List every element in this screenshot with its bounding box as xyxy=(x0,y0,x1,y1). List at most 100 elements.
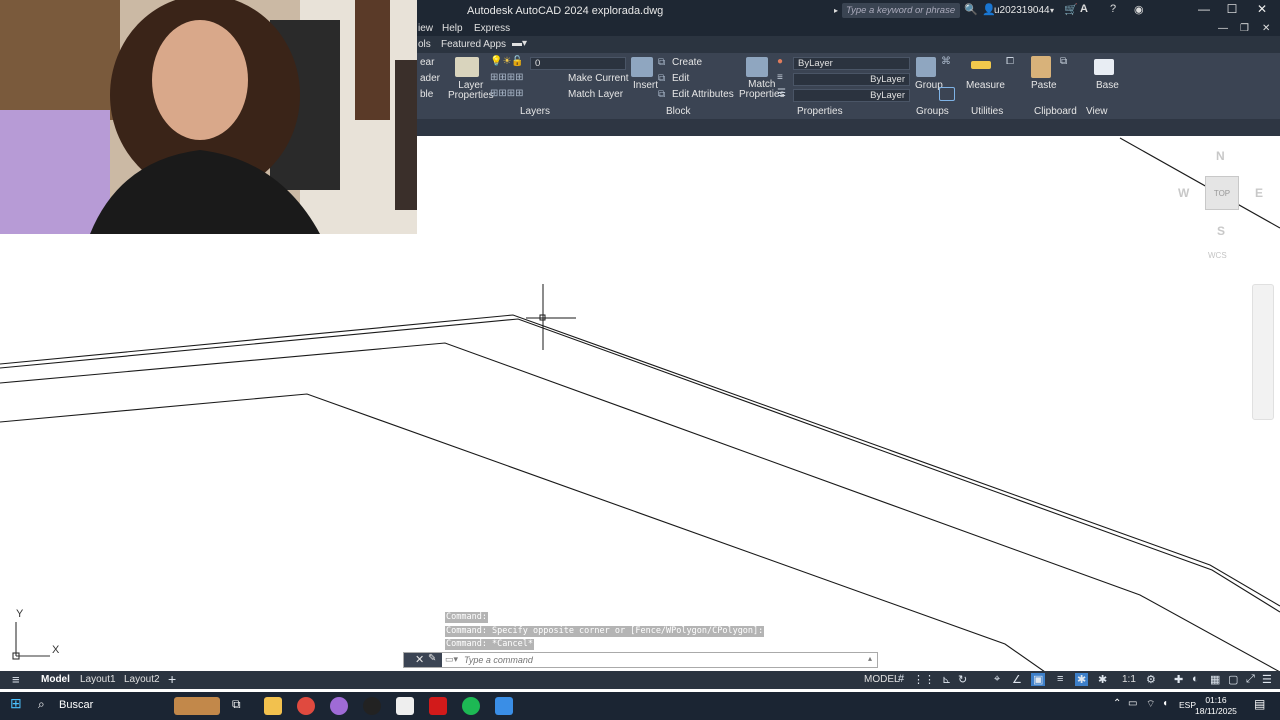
customization-icon[interactable]: ☰ xyxy=(1262,673,1272,686)
user-dropdown-icon[interactable]: ▾ xyxy=(1050,6,1054,15)
close-icon[interactable]: ✕ xyxy=(415,653,424,666)
grid-icon[interactable]: # xyxy=(898,673,904,685)
color-dropdown[interactable]: ByLayer xyxy=(793,57,910,70)
viewcube-top-face[interactable]: TOP xyxy=(1205,176,1239,210)
viewcube-south[interactable]: S xyxy=(1217,224,1225,238)
hardware-acceleration-icon[interactable]: ▦ xyxy=(1210,673,1220,686)
auto-scale-icon[interactable]: ✱ xyxy=(1098,673,1107,686)
panel-title-properties[interactable]: Properties xyxy=(797,106,843,117)
cart-icon[interactable]: 🛒 xyxy=(1064,3,1078,16)
plus-icon[interactable]: ✚ xyxy=(1174,673,1183,686)
spotify-icon[interactable] xyxy=(462,697,480,715)
app-store-icon[interactable]: ◉ xyxy=(1134,3,1144,16)
measure-icon[interactable] xyxy=(971,61,991,69)
layer-dropdown[interactable]: 0 xyxy=(530,57,626,70)
paint-icon[interactable] xyxy=(495,697,513,715)
edit-block-icon[interactable]: ⧉ xyxy=(658,73,665,84)
panel-title-block[interactable]: Block xyxy=(666,106,690,117)
create-block-icon[interactable]: ⧉ xyxy=(658,57,665,68)
match-properties-icon[interactable] xyxy=(746,57,768,77)
panel-title-utilities[interactable]: Utilities xyxy=(971,106,1003,117)
panel-title-view[interactable]: View xyxy=(1086,106,1108,117)
panel-title-groups[interactable]: Groups xyxy=(916,106,949,117)
doc-restore-button[interactable]: ❐ xyxy=(1240,23,1249,34)
doc-close-button[interactable]: ✕ xyxy=(1262,23,1270,34)
base-view-button[interactable]: Base xyxy=(1096,80,1119,91)
model-space-toggle[interactable]: MODEL xyxy=(864,674,900,685)
utilities-icons[interactable]: ⧠ xyxy=(1006,56,1014,67)
taskbar-app-icon[interactable] xyxy=(330,697,348,715)
task-view-icon[interactable]: ⧉ xyxy=(232,697,241,712)
help-icon[interactable]: ? xyxy=(1110,3,1116,15)
search-expand-icon[interactable]: ▸ xyxy=(834,6,838,15)
menu-express[interactable]: Express xyxy=(474,23,510,34)
lineweight-display-icon[interactable]: ≡ xyxy=(1057,673,1063,685)
wrench-icon[interactable]: ✎ xyxy=(428,653,436,664)
fullscreen-icon[interactable]: ⤢ xyxy=(1246,673,1255,686)
layer-tools-icons-1[interactable]: ⊞⊞⊞⊞ xyxy=(490,72,524,83)
create-block-button[interactable]: Create xyxy=(672,57,702,68)
chrome-icon[interactable] xyxy=(297,697,315,715)
language-indicator[interactable]: ESP xyxy=(1179,700,1196,710)
viewcube-north[interactable]: N xyxy=(1216,149,1225,163)
tray-display-icon[interactable]: ▭ xyxy=(1128,698,1137,709)
isolate-objects-icon[interactable]: ◐ xyxy=(1192,673,1199,685)
tab-tools[interactable]: ols xyxy=(418,39,431,50)
layer-properties-icon[interactable] xyxy=(455,57,479,77)
menu-view[interactable]: iew xyxy=(418,23,433,34)
close-window-button[interactable]: ✕ xyxy=(1252,2,1272,16)
panel-title-clipboard[interactable]: Clipboard xyxy=(1034,106,1077,117)
edit-block-button[interactable]: Edit xyxy=(672,73,689,84)
obs-icon[interactable] xyxy=(363,697,381,715)
annotation-scale[interactable]: 1:1 xyxy=(1122,674,1136,685)
linetype-dropdown[interactable]: ByLayer xyxy=(793,89,910,102)
match-layer-button[interactable]: Match Layer xyxy=(568,89,623,100)
object-snap-tracking-icon[interactable]: ∠ xyxy=(1012,673,1022,686)
ribbon-partial-2[interactable]: ader xyxy=(420,73,440,84)
doc-minimize-button[interactable]: — xyxy=(1218,23,1228,34)
paste-icon[interactable] xyxy=(1031,56,1051,78)
lineweight-dropdown[interactable]: ByLayer xyxy=(793,73,910,86)
command-history-toggle[interactable]: ▴ xyxy=(868,654,872,663)
notifications-icon[interactable]: ▤ xyxy=(1254,697,1265,711)
navigation-bar[interactable] xyxy=(1252,284,1274,420)
base-view-icon[interactable] xyxy=(1094,59,1114,75)
gear-icon[interactable]: ⚙ xyxy=(1146,673,1156,686)
add-layout-icon[interactable]: + xyxy=(168,671,176,687)
tab-layout2[interactable]: Layout2 xyxy=(124,674,160,685)
tab-featured-apps[interactable]: Featured Apps xyxy=(441,39,506,50)
command-prompt-icon[interactable]: ▭▾ xyxy=(445,654,458,665)
paste-button[interactable]: Paste xyxy=(1031,80,1057,91)
insert-button[interactable]: Insert xyxy=(633,80,658,91)
maximize-button[interactable]: ☐ xyxy=(1222,2,1242,16)
panel-title-layers[interactable]: Layers xyxy=(520,106,550,117)
tray-overflow-icon[interactable]: ⌃ xyxy=(1113,698,1121,709)
ortho-icon[interactable]: ⊾ xyxy=(942,673,951,686)
search-highlight-image[interactable] xyxy=(174,697,220,715)
tab-layout1[interactable]: Layout1 xyxy=(80,674,116,685)
osnap-icon[interactable]: ⌖ xyxy=(994,673,1000,686)
layer-tools-icons-2[interactable]: ⊞⊞⊞⊞ xyxy=(490,88,524,99)
group-tools-icons[interactable]: ⌘ xyxy=(941,56,951,67)
copy-clip-icon[interactable]: ⧉ xyxy=(1060,56,1067,67)
tab-model[interactable]: Model xyxy=(41,674,70,685)
minimize-button[interactable]: — xyxy=(1194,2,1214,16)
make-current-button[interactable]: Make Current xyxy=(568,73,629,84)
annotation-visibility-icon[interactable]: ✱ xyxy=(1075,673,1089,686)
measure-button[interactable]: Measure xyxy=(966,80,1005,91)
edit-attributes-icon[interactable]: ⧉ xyxy=(658,89,665,100)
windows-start-icon[interactable]: ⊞ xyxy=(10,695,22,712)
polar-icon[interactable]: ↻ xyxy=(958,673,967,686)
taskbar-search-icon[interactable]: ⌕ xyxy=(38,697,45,712)
taskbar-clock[interactable]: 01:16 18/11/2025 xyxy=(1195,695,1237,717)
layer-state-icons[interactable]: 💡☀🔓 xyxy=(490,56,524,67)
help-search-input[interactable]: Type a keyword or phrase xyxy=(842,3,960,18)
clean-screen-icon[interactable]: ▢ xyxy=(1228,673,1238,686)
layer-properties-button[interactable]: Layer Properties xyxy=(448,81,494,101)
group-selection-toggle[interactable] xyxy=(939,87,955,101)
wcs-menu[interactable]: WCS xyxy=(1208,251,1227,260)
wifi-icon[interactable]: ⌔ xyxy=(1146,698,1155,711)
command-input[interactable] xyxy=(464,654,864,666)
hamburger-menu-icon[interactable]: ≡ xyxy=(12,672,20,687)
volume-icon[interactable]: ◖ xyxy=(1162,698,1168,709)
